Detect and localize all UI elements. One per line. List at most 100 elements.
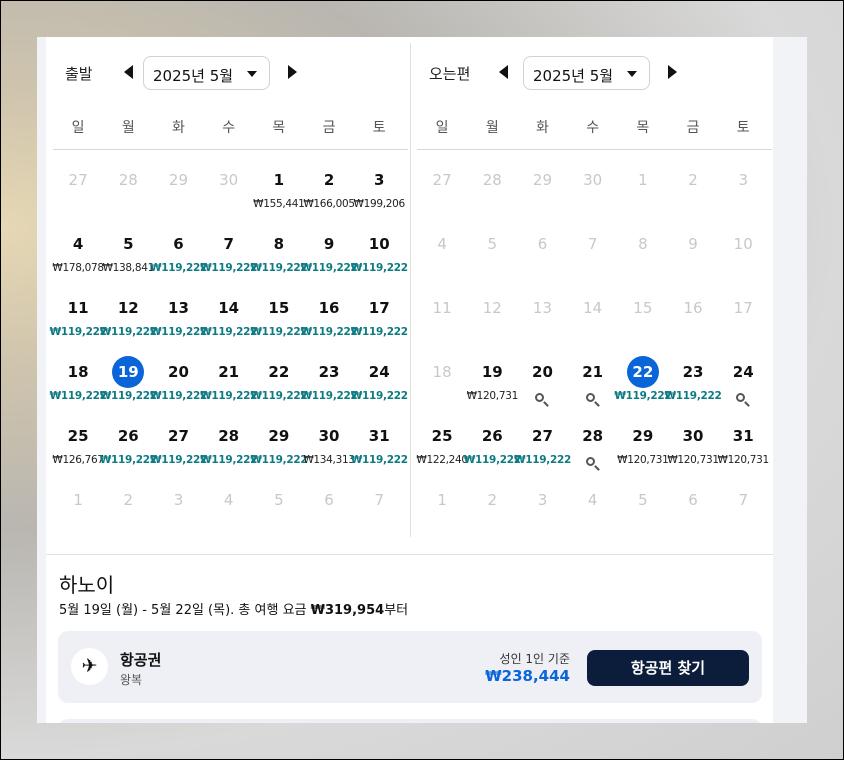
day-cell[interactable]: 11 ₩119,222 — [50, 292, 107, 356]
return-next-month-icon[interactable] — [668, 65, 677, 79]
day-cell: 4 — [417, 228, 467, 292]
day-cell[interactable]: 26 ₩119,222 — [464, 420, 521, 484]
day-cell[interactable]: 31 ₩120,731 — [718, 420, 770, 484]
day-number: 27 — [532, 427, 553, 445]
day-cell[interactable]: 5 ₩138,841 — [103, 228, 155, 292]
search-icon[interactable] — [585, 393, 595, 402]
day-number: 16 — [318, 299, 340, 317]
day-cell[interactable]: 21 ₩119,222 — [200, 356, 257, 420]
day-number: 4 — [437, 235, 447, 253]
day-cell: 6 — [517, 228, 567, 292]
day-cell[interactable]: 2 ₩166,005 — [303, 164, 355, 228]
day-cell[interactable]: 20 ₩119,222 — [150, 356, 207, 420]
day-cell: 2 — [103, 484, 153, 548]
return-weekday-row: 일 월 화 수 목 금 토 — [417, 115, 772, 150]
day-cell[interactable]: 15 ₩119,222 — [250, 292, 307, 356]
day-cell[interactable]: 8 ₩119,222 — [250, 228, 307, 292]
day-cell[interactable]: 17 ₩119,222 — [351, 292, 408, 356]
day-cell[interactable]: 24 — [718, 356, 768, 420]
return-prev-month-icon[interactable] — [499, 65, 508, 79]
day-cell[interactable]: 30 ₩120,731 — [667, 420, 719, 484]
day-cell: 3 — [153, 484, 203, 548]
day-cell: 1 — [417, 484, 467, 548]
day-price: ₩119,222 — [664, 390, 722, 402]
day-cell[interactable]: 18 ₩119,222 — [50, 356, 107, 420]
day-cell: 27 — [53, 164, 103, 228]
departure-prev-month-icon[interactable] — [124, 65, 133, 79]
day-cell[interactable]: 10 ₩119,222 — [351, 228, 408, 292]
day-cell[interactable]: 28 ₩119,222 — [200, 420, 257, 484]
day-number: 5 — [638, 491, 648, 509]
destination-title: 하노이 — [59, 573, 115, 597]
day-number: 31 — [368, 427, 390, 445]
search-icon[interactable] — [736, 393, 746, 402]
day-cell[interactable]: 23 ₩119,222 — [301, 356, 358, 420]
day-cell: 6 — [304, 484, 354, 548]
day-cell: 3 — [718, 164, 768, 228]
day-number: 31 — [732, 427, 754, 445]
day-cell[interactable]: 19 ₩119,222 — [100, 356, 157, 420]
day-cell[interactable]: 6 ₩119,222 — [150, 228, 207, 292]
return-calendar: 오는편 2025년 5월 일 월 화 수 목 금 토 27 28 29 30 1 2 3 4 5… — [416, 37, 772, 548]
day-cell[interactable]: 30 ₩134,313 — [303, 420, 355, 484]
price-basis: 성인 1인 기준 — [499, 652, 570, 666]
day-price: ₩119,222 — [350, 454, 408, 466]
day-number: 25 — [431, 427, 453, 445]
day-cell[interactable]: 7 ₩119,222 — [200, 228, 257, 292]
day-cell[interactable]: 24 ₩119,222 — [351, 356, 408, 420]
day-price: ₩119,222 — [513, 454, 571, 466]
day-number: 8 — [273, 235, 285, 253]
day-number: 18 — [67, 363, 89, 381]
day-cell[interactable]: 13 ₩119,222 — [150, 292, 207, 356]
day-cell: 7 — [718, 484, 768, 548]
day-number: 24 — [732, 363, 754, 381]
day-cell[interactable]: 23 ₩119,222 — [665, 356, 722, 420]
day-number: 23 — [682, 363, 704, 381]
flight-title: 항공권 — [120, 651, 162, 669]
day-cell[interactable]: 19 ₩120,731 — [467, 356, 519, 420]
day-cell[interactable]: 22 ₩119,222 — [250, 356, 307, 420]
day-cell[interactable]: 29 ₩119,222 — [250, 420, 307, 484]
day-cell[interactable]: 3 ₩199,206 — [354, 164, 406, 228]
return-month-select[interactable]: 2025년 5월 — [523, 56, 650, 90]
day-cell[interactable]: 1 ₩155,441 — [253, 164, 305, 228]
search-icon[interactable] — [585, 457, 595, 466]
day-number: 1 — [273, 171, 285, 189]
flight-price: ₩238,444 — [485, 667, 570, 685]
day-number: 7 — [374, 491, 384, 509]
departure-next-month-icon[interactable] — [288, 65, 297, 79]
day-cell[interactable]: 29 ₩120,731 — [617, 420, 669, 484]
flight-subtitle: 왕복 — [120, 673, 143, 687]
day-cell[interactable]: 14 ₩119,222 — [200, 292, 257, 356]
day-number: 3 — [738, 171, 748, 189]
day-cell[interactable]: 9 ₩119,222 — [301, 228, 358, 292]
day-cell[interactable]: 12 ₩119,222 — [100, 292, 157, 356]
day-cell[interactable]: 25 ₩126,767 — [52, 420, 104, 484]
day-cell[interactable]: 21 — [568, 356, 618, 420]
trip-summary: 5월 19일 (월) - 5월 22일 (목). 총 여행 요금 ₩319,95… — [59, 599, 408, 618]
search-icon[interactable] — [535, 393, 545, 402]
caret-down-icon — [247, 71, 257, 77]
day-cell[interactable]: 27 ₩119,222 — [150, 420, 207, 484]
departure-weekday-row: 일 월 화 수 목 금 토 — [53, 115, 408, 150]
departure-month-select[interactable]: 2025년 5월 — [143, 56, 270, 90]
day-number: 14 — [218, 299, 240, 317]
day-cell[interactable]: 28 — [568, 420, 618, 484]
day-cell[interactable]: 26 ₩119,222 — [100, 420, 157, 484]
day-cell[interactable]: 27 ₩119,222 — [514, 420, 571, 484]
day-price: ₩199,206 — [353, 198, 406, 210]
day-number: 28 — [582, 427, 604, 445]
day-price: ₩120,731 — [717, 454, 770, 466]
find-flights-button[interactable]: 항공편 찾기 — [587, 650, 749, 686]
weekday-wed: 수 — [222, 120, 236, 136]
day-cell[interactable]: 20 — [517, 356, 567, 420]
day-cell[interactable]: 25 ₩122,240 — [416, 420, 468, 484]
day-number: 7 — [223, 235, 234, 253]
day-number: 3 — [374, 171, 385, 189]
day-cell[interactable]: 31 ₩119,222 — [351, 420, 408, 484]
day-cell[interactable]: 4 ₩178,078 — [52, 228, 104, 292]
day-cell[interactable]: 16 ₩119,222 — [301, 292, 358, 356]
day-cell: 30 — [204, 164, 254, 228]
day-cell[interactable]: 22 ₩119,222 — [614, 356, 672, 420]
day-cell: 5 — [618, 484, 668, 548]
